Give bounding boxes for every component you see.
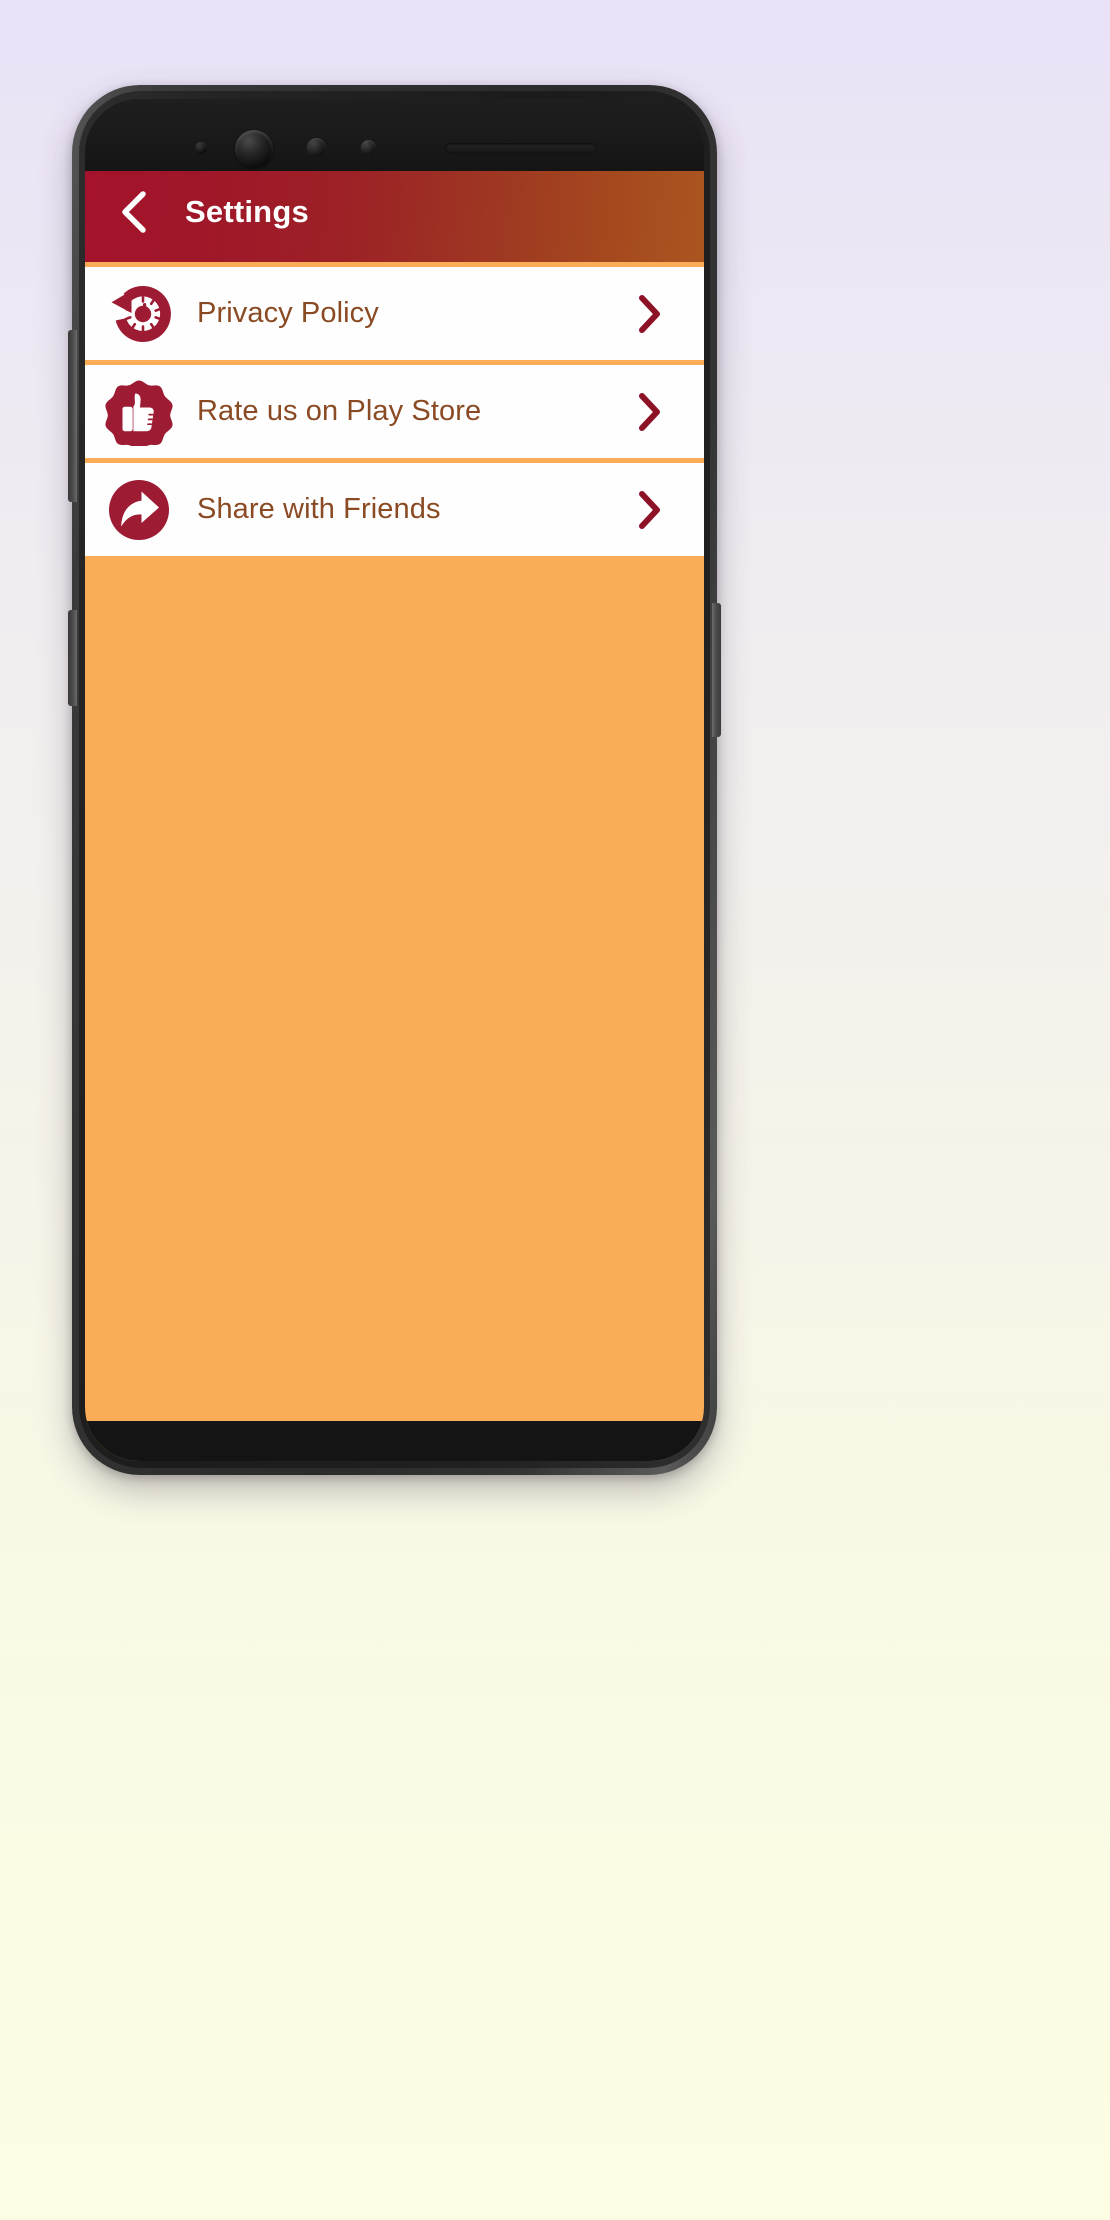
chevron-right-icon[interactable] [630,294,670,334]
top-sensor-bar [85,99,704,171]
app-bar: Settings [85,162,704,262]
proximity-sensor-icon [307,138,326,157]
sensor-dot-icon [195,142,207,154]
chevron-right-icon[interactable] [630,490,670,530]
list-item-label: Rate us on Play Store [197,395,482,427]
list-item-label: Share with Friends [197,493,441,525]
page-title: Settings [185,194,309,229]
chevron-right-icon[interactable] [630,392,670,432]
back-button[interactable] [105,184,161,240]
list-item-label: Privacy Policy [197,297,379,329]
settings-list: Privacy Policy Rate us on Play Store Sha… [85,262,704,556]
list-item-rate-us[interactable]: Rate us on Play Store [85,360,704,458]
list-item-privacy-policy[interactable]: Privacy Policy [85,262,704,360]
phone-device-mockup: Settings Privacy Policy Rate us on Play … [68,85,721,1475]
earpiece-speaker-icon [445,143,597,154]
bottom-bezel [85,1421,704,1461]
app-screen: Settings Privacy Policy Rate us on Play … [85,162,704,1461]
thumbs-up-badge-icon [101,374,177,450]
chevron-left-icon [122,191,146,233]
share-arrow-circle-icon [101,472,177,548]
list-item-share-with-friends[interactable]: Share with Friends [85,458,704,556]
power-button[interactable] [712,603,721,737]
privacy-history-shield-icon [101,276,177,352]
volume-rocker-button[interactable] [68,330,77,502]
bixby-button[interactable] [68,610,77,706]
phone-screen-glass: Settings Privacy Policy Rate us on Play … [85,99,704,1461]
light-sensor-icon [361,140,376,155]
front-camera-icon [235,130,273,168]
